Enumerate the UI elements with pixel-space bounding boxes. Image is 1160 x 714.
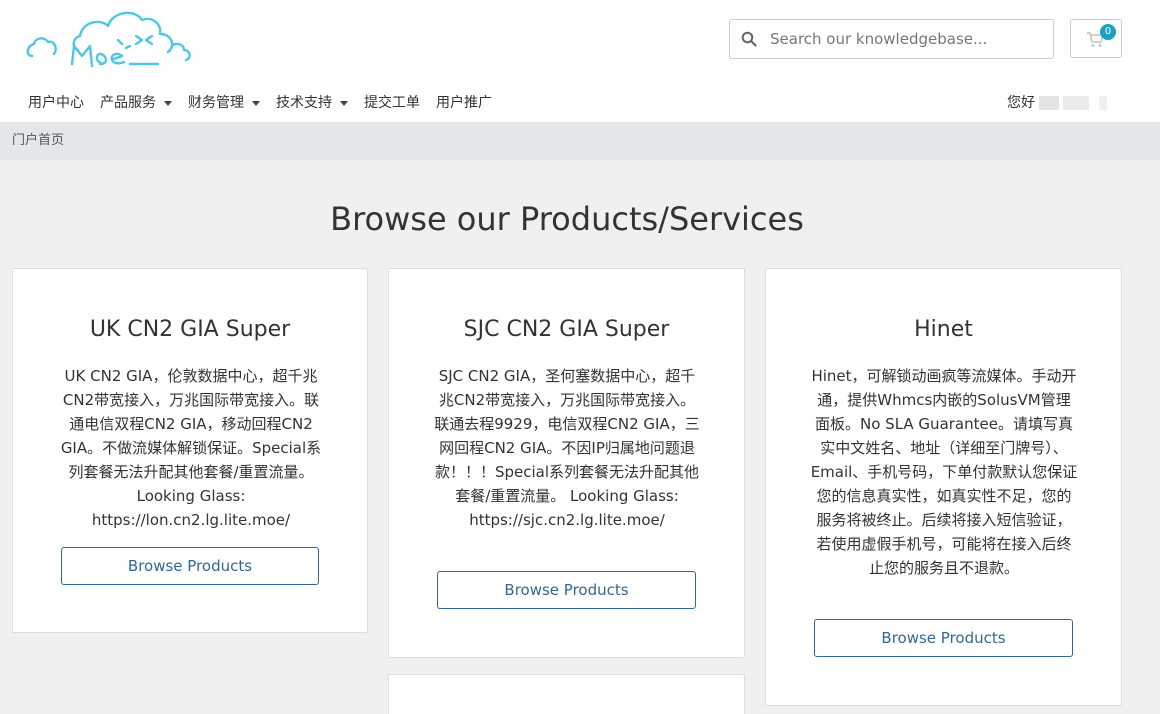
breadcrumb: 门户首页 (0, 122, 1160, 160)
redacted-username (1099, 96, 1107, 110)
caret-down-icon (252, 100, 260, 106)
nav-item-client-area[interactable]: 用户中心 (20, 86, 92, 120)
product-group-description: SJC CN2 GIA，圣何塞数据中心，超千兆CN2带宽接入，万兆国际带宽接入。… (434, 367, 700, 529)
cart-count-badge: 0 (1100, 24, 1116, 40)
nav-item-label: 产品服务 (100, 95, 156, 111)
nav-item-billing[interactable]: 财务管理 (180, 86, 268, 120)
caret-down-icon (164, 100, 172, 106)
main-nav: 用户中心 产品服务 财务管理 技术支持 提交工单 用户推广 (20, 86, 500, 120)
nav-item-open-ticket[interactable]: 提交工单 (356, 86, 428, 120)
nav-item-label: 提交工单 (364, 95, 420, 111)
product-group-title: Hinet (914, 317, 973, 342)
product-group-title: UK CN2 GIA Super (89, 317, 291, 342)
product-group-card (388, 674, 745, 714)
page-title: Browse our Products/Services (330, 200, 804, 238)
nav-item-label: 技术支持 (276, 95, 332, 111)
search-input[interactable] (770, 20, 1050, 58)
redacted-username (1063, 96, 1089, 110)
product-group-title: SJC CN2 GIA Super (463, 317, 670, 342)
nav-item-label: 财务管理 (188, 95, 244, 111)
user-greeting-menu[interactable]: 您好 (1007, 86, 1107, 120)
browse-products-button[interactable]: Browse Products (61, 547, 319, 585)
nav-item-label: 用户推广 (436, 95, 492, 111)
search-icon (741, 31, 757, 47)
browse-products-button[interactable]: Browse Products (437, 571, 696, 609)
product-group-description: Hinet，可解锁动画疯等流媒体。手动开通，提供Whmcs内嵌的SolusVM管… (810, 367, 1078, 577)
greeting-text: 您好 (1007, 95, 1035, 111)
product-group-card: SJC CN2 GIA Super SJC CN2 GIA，圣何塞数据中心，超千… (388, 268, 745, 658)
product-group-card: Hinet Hinet，可解锁动画疯等流媒体。手动开通，提供Whmcs内嵌的So… (765, 268, 1122, 706)
knowledgebase-search[interactable] (729, 19, 1054, 59)
header: 0 用户中心 产品服务 财务管理 技术支持 提交工单 用户推广 您好 (0, 0, 1160, 122)
moe-cloud-logo[interactable] (26, 6, 196, 72)
product-group-description: UK CN2 GIA，伦敦数据中心，超千兆CN2带宽接入，万兆国际带宽接入。联通… (60, 367, 322, 529)
nav-item-affiliates[interactable]: 用户推广 (428, 86, 500, 120)
redacted-username (1039, 96, 1059, 110)
cart-button[interactable]: 0 (1070, 19, 1122, 58)
caret-down-icon (340, 100, 348, 106)
nav-item-support[interactable]: 技术支持 (268, 86, 356, 120)
product-group-card: UK CN2 GIA Super UK CN2 GIA，伦敦数据中心，超千兆CN… (12, 268, 368, 633)
browse-products-button[interactable]: Browse Products (814, 619, 1073, 657)
breadcrumb-home[interactable]: 门户首页 (12, 133, 64, 148)
nav-item-products-services[interactable]: 产品服务 (92, 86, 180, 120)
nav-item-label: 用户中心 (28, 95, 84, 111)
